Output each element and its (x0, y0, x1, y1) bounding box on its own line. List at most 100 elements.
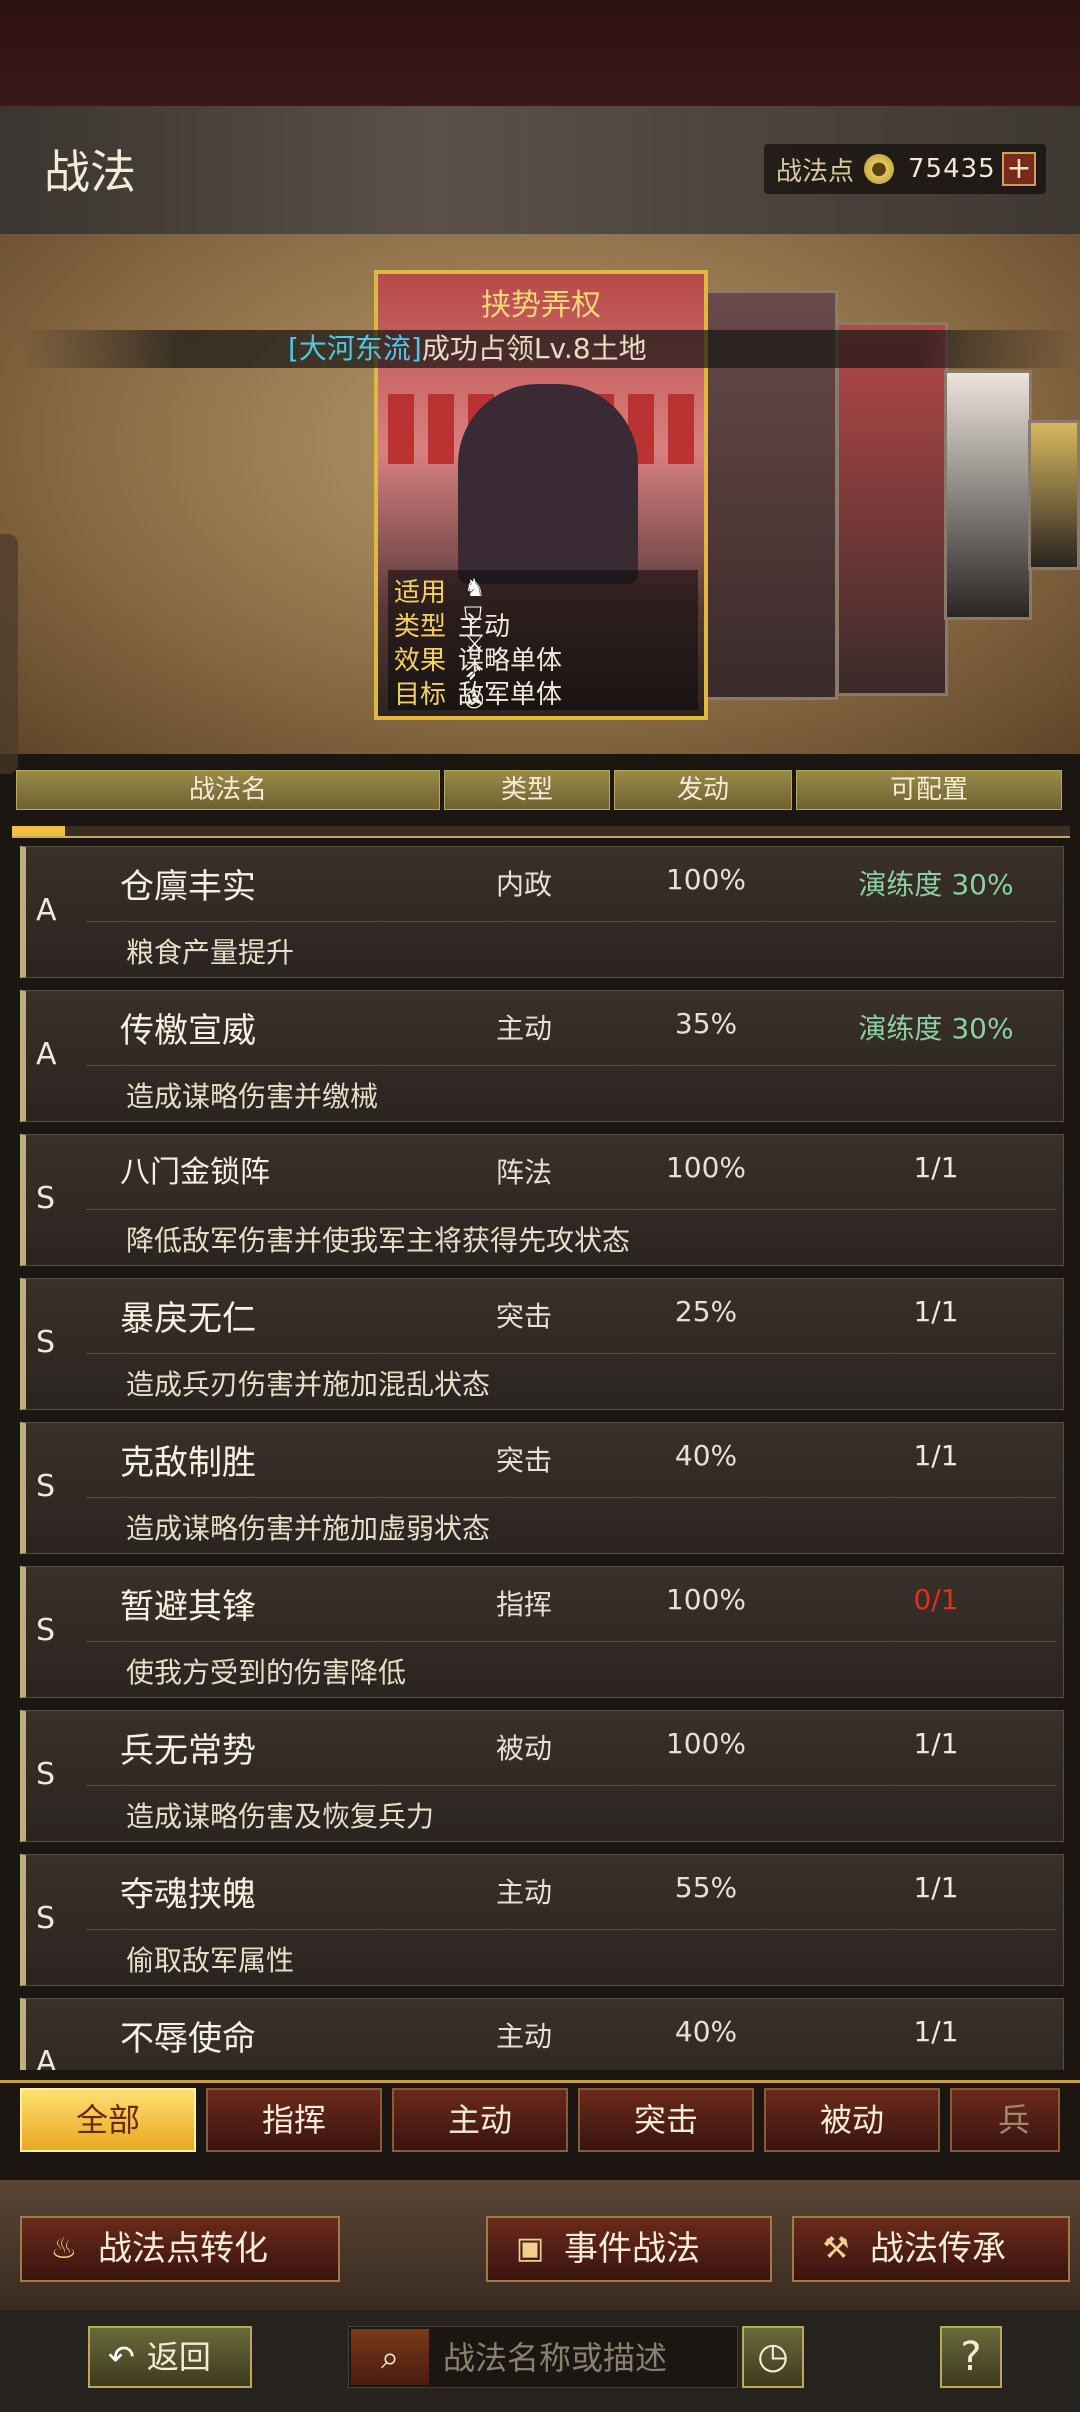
skill-row[interactable]: S 夺魂挟魄 主动 55% 1/1 偷取敌军属性 (20, 1854, 1064, 1986)
skill-row[interactable]: S 克敌制胜 突击 40% 1/1 造成谋略伤害并施加虚弱状态 (20, 1422, 1064, 1554)
skill-available: 1/1 (913, 1151, 959, 1184)
skill-points-label: 战法点 (776, 156, 855, 187)
list-scroll-fill (12, 826, 65, 836)
row-divider (86, 1785, 1056, 1786)
coin-icon: ● (864, 154, 895, 184)
back-button[interactable]: ↶ 返回 (88, 2326, 252, 2388)
skill-name: 传檄宣威 (120, 1011, 256, 1051)
skill-description: 粮食产量提升 (126, 936, 295, 969)
skill-row[interactable]: A 仓廪丰实 内政 100% 演练度 30% 粮食产量提升 (20, 846, 1064, 978)
skill-available: 演练度 30% (858, 1012, 1014, 1045)
skill-rate: 100% (665, 1727, 747, 1760)
scroll-icon: ▣ (515, 2231, 545, 2266)
skill-description: 使我方受到的伤害降低 (126, 1656, 407, 1689)
list-scroll-indicator (12, 826, 1070, 838)
clock-icon: ◷ (757, 2336, 789, 2377)
skill-row[interactable]: S 兵无常势 被动 100% 1/1 造成谋略伤害及恢复兵力 (20, 1710, 1064, 1842)
header: 战法 战法点 ● 75435 + (0, 106, 1080, 236)
skill-available: 0/1 (913, 1583, 959, 1616)
tab-active[interactable]: 主动 (392, 2088, 568, 2152)
world-notice: [大河东流]成功占领Lv.8土地 (20, 330, 1080, 368)
skill-grade: A (36, 2045, 57, 2070)
card-back-4[interactable] (1028, 420, 1080, 570)
skill-points-display: 战法点 ● 75435 + (764, 144, 1046, 194)
skill-rate: 40% (674, 2015, 738, 2048)
card-back-2[interactable] (836, 322, 948, 696)
history-button[interactable]: ◷ (742, 2326, 804, 2388)
skill-available: 1/1 (913, 1871, 959, 1904)
card-row-target: 目标 敌军单体 (394, 680, 563, 710)
skill-name: 兵无常势 (120, 1731, 256, 1771)
event-skills-button[interactable]: ▣ 事件战法 (486, 2216, 772, 2282)
skill-name: 克敌制胜 (120, 1443, 256, 1483)
convert-points-button[interactable]: ♨ 战法点转化 (20, 2216, 340, 2282)
search-icon[interactable]: ⌕ (351, 2329, 429, 2385)
skill-rate: 35% (674, 1007, 738, 1040)
skill-grade: S (36, 1901, 56, 1936)
skill-name: 暂避其锋 (120, 1587, 256, 1627)
skill-row[interactable]: S 暴戾无仁 突击 25% 1/1 造成兵刃伤害并施加混乱状态 (20, 1278, 1064, 1410)
column-header-type[interactable]: 类型 (444, 770, 610, 810)
skill-description: 造成谋略伤害并缴械 (126, 1080, 379, 1113)
skill-name: 暴戾无仁 (120, 1299, 256, 1339)
skill-rate: 100% (665, 863, 747, 896)
card-row-applicable: 适用 ♞ ⛉ ⚔ ➶ ✇ (394, 574, 500, 714)
inherit-skill-button[interactable]: ⚒ 战法传承 (792, 2216, 1070, 2282)
skill-available: 1/1 (913, 2015, 959, 2048)
skill-rate: 25% (674, 1295, 738, 1328)
skill-type: 指挥 (496, 1588, 553, 1621)
skill-grade: S (36, 1469, 56, 1504)
skill-available: 1/1 (913, 1295, 959, 1328)
skill-rate: 100% (665, 1151, 747, 1184)
skill-grade: S (36, 1757, 56, 1792)
skill-description: 造成谋略伤害及恢复兵力 (126, 1800, 435, 1833)
card-back-3[interactable] (944, 370, 1032, 620)
row-divider (86, 1065, 1056, 1066)
skill-grade: S (36, 1325, 56, 1360)
search-box[interactable]: ⌕ (348, 2326, 738, 2388)
search-input[interactable] (441, 2335, 735, 2381)
skill-grade: S (36, 1613, 56, 1648)
skill-row[interactable]: S 八门金锁阵 阵法 100% 1/1 降低敌军伤害并使我军主将获得先攻状态 (20, 1134, 1064, 1266)
notice-text: 成功占领Lv.8土地 (421, 332, 647, 365)
skill-type: 被动 (496, 1732, 553, 1765)
skill-grade: S (36, 1181, 56, 1216)
tab-all[interactable]: 全部 (20, 2088, 196, 2152)
row-divider (86, 1929, 1056, 1930)
column-header-available[interactable]: 可配置 (796, 770, 1062, 810)
hammer-icon: ⚒ (822, 2231, 850, 2266)
skill-description: 造成兵刃伤害并施加混乱状态 (126, 1368, 491, 1401)
add-points-button[interactable]: + (1002, 152, 1036, 186)
help-button[interactable]: ? (940, 2326, 1002, 2388)
column-header-rate[interactable]: 发动 (614, 770, 792, 810)
skill-name: 八门金锁阵 (120, 1155, 270, 1190)
skill-row[interactable]: A 传檄宣威 主动 35% 演练度 30% 造成谋略伤害并缴械 (20, 990, 1064, 1122)
side-handle[interactable] (0, 534, 18, 774)
skill-list[interactable]: A 仓廪丰实 内政 100% 演练度 30% 粮食产量提升 A 传檄宣威 主动 … (20, 846, 1064, 2070)
skill-available: 1/1 (913, 1439, 959, 1472)
skill-description: 降低敌军伤害并使我军主将获得先攻状态 (126, 1224, 631, 1257)
skill-description: 偷取敌军属性 (126, 1944, 295, 1977)
row-divider (86, 921, 1056, 922)
tab-assault[interactable]: 突击 (578, 2088, 754, 2152)
card-art-silhouette (458, 384, 638, 584)
back-arrow-icon: ↶ (108, 2338, 135, 2376)
skill-type: 突击 (496, 1444, 553, 1477)
tab-command[interactable]: 指挥 (206, 2088, 382, 2152)
skill-type: 主动 (496, 1012, 553, 1045)
row-divider (86, 1497, 1056, 1498)
skill-available: 演练度 30% (858, 868, 1014, 901)
card-info-panel: 适用 ♞ ⛉ ⚔ ➶ ✇ 类型 主动 效果 谋略单体 目标 敌军单体 (388, 570, 698, 714)
skill-rate: 40% (674, 1439, 738, 1472)
card-row-effect: 效果 谋略单体 (394, 646, 563, 676)
skill-name: 不辱使命 (120, 2019, 256, 2059)
column-header-name[interactable]: 战法名 (16, 770, 440, 810)
skill-type: 主动 (496, 2020, 553, 2053)
skill-type: 内政 (496, 868, 553, 901)
skill-rate: 55% (674, 1871, 738, 1904)
skill-row[interactable]: S 暂避其锋 指挥 100% 0/1 使我方受到的伤害降低 (20, 1566, 1064, 1698)
skill-row[interactable]: A 不辱使命 主动 40% 1/1 (20, 1998, 1064, 2070)
skill-type: 突击 (496, 1300, 553, 1333)
tab-passive[interactable]: 被动 (764, 2088, 940, 2152)
tab-troop[interactable]: 兵种 (950, 2088, 1060, 2152)
